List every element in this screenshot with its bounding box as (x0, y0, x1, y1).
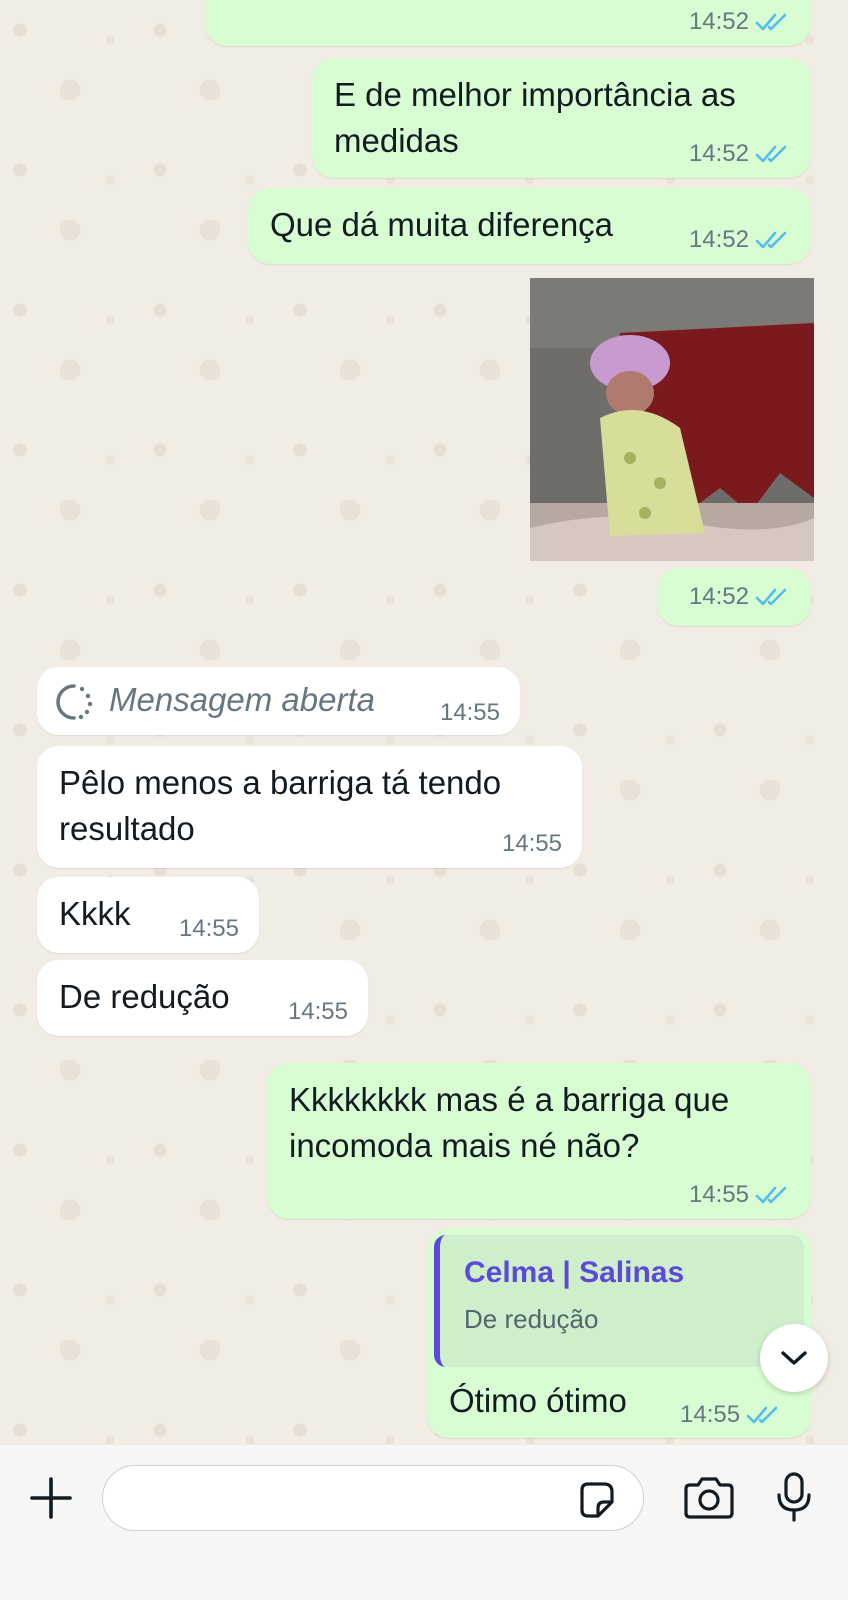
puppet-image (530, 278, 814, 561)
message-bubble-incoming[interactable]: Kkkk 14:55 (37, 877, 259, 953)
message-time: 14:52 (688, 140, 749, 167)
message-meta: 14:55 (689, 1183, 791, 1207)
quoted-message[interactable]: Celma | Salinas De redução (434, 1235, 804, 1367)
chevron-down-icon (781, 1351, 807, 1365)
message-time: 14:52 (688, 226, 749, 253)
message-text: Ótimo ótimo (449, 1382, 627, 1419)
quoted-author: Celma | Salinas (464, 1256, 685, 1289)
message-bubble-outgoing[interactable]: Que dá muita diferença 14:52 (248, 188, 811, 264)
message-meta: 14:55 (502, 832, 562, 856)
message-meta: 14:55 (680, 1403, 782, 1427)
message-time: 14:55 (688, 1181, 749, 1208)
message-time: 14:55 (178, 915, 239, 942)
sticker-image[interactable] (530, 278, 814, 561)
message-time: 14:52 (688, 583, 749, 610)
message-time: 14:55 (439, 699, 500, 726)
sticker-icon[interactable] (576, 1480, 616, 1520)
double-check-icon (755, 1186, 787, 1204)
message-meta: 14:52 (689, 585, 791, 609)
double-check-icon (755, 231, 787, 249)
message-time: 14:55 (680, 1401, 741, 1428)
message-text: Kkkkkkkk mas é a barriga que incomoda ma… (289, 1081, 730, 1164)
message-text: Pêlo menos a barriga tá tendo resultado (59, 764, 502, 847)
scroll-to-bottom-button[interactable] (760, 1324, 828, 1392)
message-bubble-outgoing[interactable]: E de melhor importância as medidas 14:52 (312, 58, 811, 178)
double-check-icon (755, 145, 787, 163)
message-bubble-incoming[interactable]: Pêlo menos a barriga tá tendo resultado … (37, 746, 582, 868)
double-check-icon (755, 13, 787, 31)
message-meta: 14:52 (689, 228, 791, 252)
message-bubble-incoming[interactable]: Mensagem aberta 14:55 (37, 667, 520, 735)
double-check-icon (746, 1406, 778, 1424)
camera-icon[interactable] (682, 1475, 736, 1521)
message-bubble-outgoing[interactable]: Kkkkkkkk mas é a barriga que incomoda ma… (267, 1063, 811, 1219)
message-text: Mensagem aberta (109, 681, 375, 718)
composer-bar (0, 1445, 848, 1600)
message-meta: 14:55 (179, 917, 239, 941)
message-meta: 14:52 (689, 142, 791, 166)
message-meta: 14:55 (288, 1000, 348, 1024)
message-time: 14:55 (287, 998, 348, 1025)
message-input[interactable] (102, 1465, 644, 1531)
chat-area: 14:52 E de melhor importância as medidas… (0, 0, 848, 1445)
message-time: 14:55 (501, 830, 562, 857)
message-meta: 14:52 (689, 10, 791, 34)
image-meta-bubble: 14:52 (657, 568, 811, 626)
double-check-icon (755, 588, 787, 606)
plus-icon[interactable] (28, 1475, 74, 1521)
message-time: 14:52 (688, 8, 749, 35)
microphone-icon[interactable] (776, 1471, 812, 1523)
message-meta: 14:55 (440, 701, 500, 725)
message-bubble-outgoing[interactable]: 14:52 (205, 0, 811, 46)
view-once-icon (56, 684, 93, 720)
message-bubble-incoming[interactable]: De redução 14:55 (37, 960, 368, 1036)
quoted-text: De redução (464, 1304, 599, 1334)
